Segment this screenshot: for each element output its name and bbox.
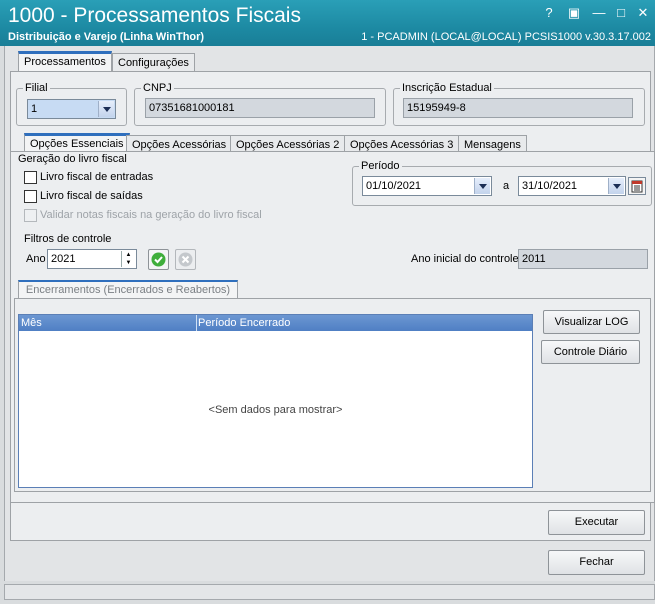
fechar-button[interactable]: Fechar [548, 550, 645, 575]
chevron-down-icon[interactable] [608, 178, 624, 194]
entradas-label[interactable]: Livro fiscal de entradas [40, 171, 153, 183]
periodo-end-value: 31/10/2021 [522, 180, 578, 192]
saidas-checkbox[interactable] [24, 190, 37, 203]
app-title: 1000 - Processamentos Fiscais [8, 4, 301, 27]
controle-diario-button[interactable]: Controle Diário [541, 340, 640, 364]
chevron-down-icon[interactable] [98, 101, 114, 117]
tab-processamentos[interactable]: Processamentos [18, 51, 112, 72]
arrow-up-icon[interactable]: ▲ [121, 251, 135, 259]
tab-encerramentos[interactable]: Encerramentos (Encerrados e Reabertos) [18, 280, 238, 299]
help-icon[interactable]: ? [542, 6, 556, 20]
filial-select[interactable]: 1 [27, 99, 116, 119]
chevron-down-icon[interactable] [474, 178, 490, 194]
column-periodo-encerrado[interactable]: Período Encerrado [198, 315, 290, 331]
tab-configuracoes[interactable]: Configurações [112, 53, 195, 72]
cancel-icon[interactable] [175, 249, 196, 270]
ano-inicial-field: 2011 [518, 249, 648, 269]
saidas-label[interactable]: Livro fiscal de saídas [40, 190, 143, 202]
confirm-icon[interactable] [148, 249, 169, 270]
geracao-title: Geração do livro fiscal [18, 153, 127, 165]
validar-checkbox[interactable] [24, 209, 37, 222]
periodo-label: Período [361, 160, 400, 172]
app-subtitle: Distribuição e Varejo (Linha WinThor) [8, 31, 205, 43]
cnpj-label: CNPJ [143, 82, 172, 94]
periodo-start-input[interactable]: 01/10/2021 [362, 176, 492, 196]
periodo-end-input[interactable]: 31/10/2021 [518, 176, 626, 196]
calendar-icon[interactable] [628, 177, 646, 195]
filial-value: 1 [31, 103, 38, 115]
ano-label: Ano [26, 253, 46, 265]
inscricao-field: 15195949-8 [403, 98, 633, 118]
status-bar [4, 584, 655, 600]
filtros-title: Filtros de controle [24, 233, 112, 245]
close-icon[interactable]: ✕ [636, 6, 650, 20]
empty-state: <Sem dados para mostrar> [208, 404, 343, 416]
session-status: 1 - PCADMIN (LOCAL@LOCAL) PCSIS1000 v.30… [361, 31, 651, 43]
restore-icon[interactable]: ▣ [567, 6, 581, 20]
periodo-separator: a [503, 180, 510, 192]
periodo-start-value: 01/10/2021 [366, 180, 422, 192]
encerramentos-grid[interactable]: Mês Período Encerrado <Sem dados para mo… [18, 314, 533, 488]
visualizar-log-button[interactable]: Visualizar LOG [543, 310, 640, 334]
executar-button[interactable]: Executar [548, 510, 645, 535]
entradas-checkbox[interactable] [24, 171, 37, 184]
ano-inicial-label: Ano inicial do controle [411, 253, 519, 265]
filial-label: Filial [25, 82, 48, 94]
title-bar: 1000 - Processamentos Fiscais Distribuiç… [0, 0, 655, 46]
ano-stepper[interactable]: 2021 ▲ ▼ [47, 249, 137, 269]
arrow-down-icon[interactable]: ▼ [121, 259, 135, 267]
column-mes[interactable]: Mês [21, 315, 197, 331]
validar-label: Validar notas fiscais na geração do livr… [40, 209, 262, 221]
maximize-icon[interactable]: □ [614, 6, 628, 20]
minimize-icon[interactable]: — [592, 6, 606, 20]
inscricao-label: Inscrição Estadual [402, 82, 492, 94]
ano-value: 2021 [51, 253, 76, 265]
grid-header: Mês Período Encerrado [19, 315, 532, 331]
cnpj-field: 07351681000181 [145, 98, 375, 118]
